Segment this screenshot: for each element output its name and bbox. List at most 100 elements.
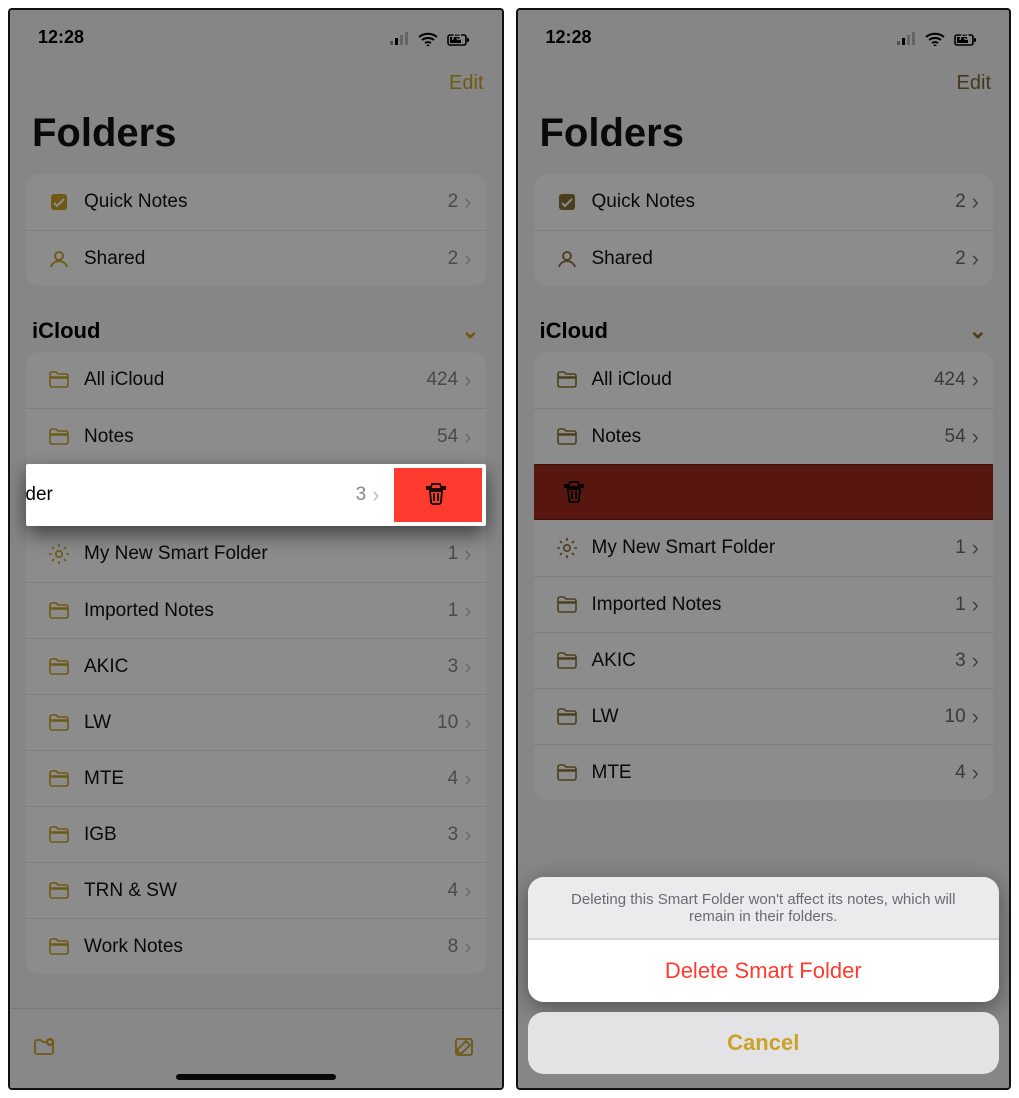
wifi-icon bbox=[923, 28, 945, 46]
chevron-down-icon: ⌄ bbox=[461, 318, 479, 344]
chevron-right-icon: › bbox=[972, 594, 979, 616]
status-bar: 12:28 73 bbox=[10, 10, 502, 64]
folder-label: All iCloud bbox=[584, 369, 934, 391]
system-folders-group: Quick Notes 2 › Shared 2 › bbox=[534, 174, 994, 286]
chevron-right-icon: › bbox=[972, 426, 979, 448]
chevron-right-icon: › bbox=[972, 369, 979, 391]
folder-icon bbox=[550, 761, 584, 785]
folder-icon bbox=[42, 767, 76, 791]
folder-label: My New Smart Folder bbox=[76, 543, 448, 565]
chevron-right-icon: › bbox=[972, 191, 979, 213]
folder-row-quick-notes[interactable]: Quick Notes 2 › bbox=[26, 174, 486, 230]
folder-row[interactable]: IGB 3 › bbox=[26, 806, 486, 862]
folder-icon bbox=[42, 368, 76, 392]
folder-count: 2 bbox=[955, 191, 972, 213]
folder-row-quick-notes: Quick Notes 2 › bbox=[534, 174, 994, 230]
folder-label: MTE bbox=[76, 768, 448, 790]
chevron-right-icon: › bbox=[972, 537, 979, 559]
delete-smart-folder-button[interactable]: Delete Smart Folder bbox=[528, 939, 1000, 1002]
folder-row[interactable]: Imported Notes 1 › bbox=[26, 582, 486, 638]
folder-row[interactable]: Work Notes 8 › bbox=[26, 918, 486, 974]
gear-icon bbox=[42, 542, 76, 566]
folder-icon bbox=[550, 425, 584, 449]
folder-row[interactable]: LW 10 › bbox=[26, 694, 486, 750]
folder-row-shared: Shared 2 › bbox=[534, 230, 994, 286]
shared-icon bbox=[550, 247, 584, 271]
folder-icon bbox=[550, 368, 584, 392]
folder-icon bbox=[42, 599, 76, 623]
folder-label: TRN & SW bbox=[76, 880, 448, 902]
edit-button: Edit bbox=[957, 72, 991, 95]
status-time: 12:28 bbox=[546, 27, 592, 48]
folder-count: 4 bbox=[955, 762, 972, 784]
folder-count: 54 bbox=[437, 426, 464, 448]
delete-swipe-button[interactable] bbox=[394, 468, 482, 522]
folder-count: 2 bbox=[448, 191, 465, 213]
folder-row-swiped[interactable]: pen Folder 3 › bbox=[26, 464, 390, 526]
folder-row[interactable]: MTE 4 › bbox=[26, 750, 486, 806]
folder-label: AKIC bbox=[76, 656, 448, 678]
chevron-right-icon: › bbox=[464, 768, 471, 790]
folder-count: 2 bbox=[955, 248, 972, 270]
folder-row-shared[interactable]: Shared 2 › bbox=[26, 230, 486, 286]
sheet-message: Deleting this Smart Folder won't affect … bbox=[528, 877, 1000, 939]
battery-level: 73 bbox=[958, 32, 969, 43]
folder-count: 424 bbox=[934, 369, 972, 391]
folder-count: 1 bbox=[955, 537, 972, 559]
folder-row: LW 10 › bbox=[534, 688, 994, 744]
new-folder-button[interactable] bbox=[32, 1035, 62, 1063]
folder-count: 1 bbox=[955, 594, 972, 616]
cancel-button[interactable]: Cancel bbox=[528, 1012, 1000, 1074]
folder-count: 1 bbox=[448, 543, 465, 565]
signal-icon bbox=[388, 29, 408, 45]
folder-count: 8 bbox=[448, 936, 465, 958]
shared-icon bbox=[42, 247, 76, 271]
folder-label: pen Folder bbox=[26, 484, 356, 506]
folder-count: 3 bbox=[448, 824, 465, 846]
folder-label: Quick Notes bbox=[584, 191, 956, 213]
folder-icon bbox=[42, 655, 76, 679]
page-title: Folders bbox=[10, 95, 502, 174]
folder-row: MTE 4 › bbox=[534, 744, 994, 800]
folder-row[interactable]: All iCloud 424 › bbox=[26, 352, 486, 408]
folder-row[interactable]: AKIC 3 › bbox=[26, 638, 486, 694]
home-indicator[interactable] bbox=[176, 1074, 336, 1080]
chevron-right-icon: › bbox=[464, 543, 471, 565]
folder-row[interactable]: TRN & SW 4 › bbox=[26, 862, 486, 918]
icloud-section-header[interactable]: iCloud ⌄ bbox=[10, 304, 502, 352]
chevron-right-icon: › bbox=[972, 248, 979, 270]
chevron-right-icon: › bbox=[464, 880, 471, 902]
page-title: Folders bbox=[518, 95, 1010, 174]
edit-button[interactable]: Edit bbox=[449, 72, 483, 95]
folder-count: 3 bbox=[356, 484, 373, 506]
folder-row: Notes 54 › bbox=[534, 408, 994, 464]
folder-row[interactable]: My New Smart Folder 1 › bbox=[26, 526, 486, 582]
folder-icon bbox=[42, 711, 76, 735]
section-title: iCloud bbox=[540, 318, 608, 344]
folder-count: 4 bbox=[448, 880, 465, 902]
chevron-right-icon: › bbox=[464, 369, 471, 391]
compose-button[interactable] bbox=[452, 1035, 480, 1063]
folder-label: Imported Notes bbox=[76, 600, 448, 622]
folder-count: 3 bbox=[448, 656, 465, 678]
folder-row: All iCloud 424 › bbox=[534, 352, 994, 408]
folder-row[interactable]: Notes 54 › bbox=[26, 408, 486, 464]
folder-label: AKIC bbox=[584, 650, 956, 672]
chevron-right-icon: › bbox=[972, 762, 979, 784]
chevron-down-icon: ⌄ bbox=[969, 318, 987, 344]
folder-count: 3 bbox=[955, 650, 972, 672]
folder-label: Quick Notes bbox=[76, 191, 448, 213]
folder-label: Shared bbox=[76, 248, 448, 270]
folder-icon bbox=[550, 705, 584, 729]
folder-row: My New Smart Folder 1 › bbox=[534, 520, 994, 576]
folder-count: 10 bbox=[945, 706, 972, 728]
folder-label: LW bbox=[584, 706, 945, 728]
folder-count: 1 bbox=[448, 600, 465, 622]
chevron-right-icon: › bbox=[464, 248, 471, 270]
chevron-right-icon: › bbox=[972, 650, 979, 672]
quick-notes-icon bbox=[550, 190, 584, 214]
status-bar: 12:28 73 bbox=[518, 10, 1010, 64]
gear-icon bbox=[550, 536, 584, 560]
folder-label: My New Smart Folder bbox=[584, 537, 956, 559]
folder-icon bbox=[42, 879, 76, 903]
